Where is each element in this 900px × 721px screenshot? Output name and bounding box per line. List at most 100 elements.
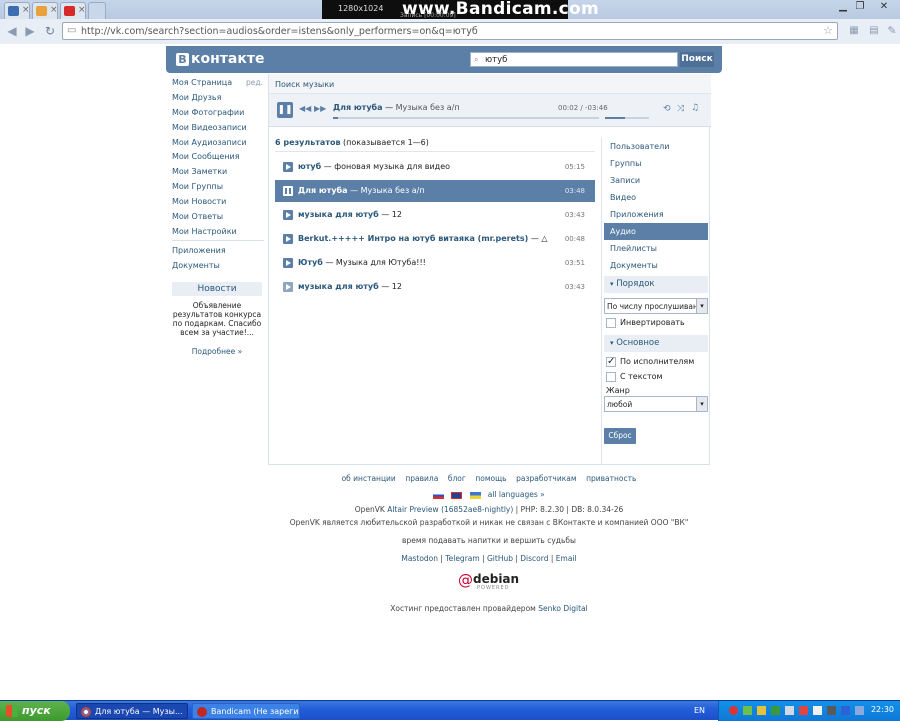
vk-logo[interactable]: Вконтакте xyxy=(176,51,264,67)
section-posts[interactable]: Записи xyxy=(604,172,708,189)
extension-icon[interactable]: ▦ xyxy=(846,23,862,39)
genre-select[interactable]: любой ▾ xyxy=(604,396,708,412)
track-artist[interactable]: Для ютуба xyxy=(298,186,348,195)
section-apps[interactable]: Приложения xyxy=(604,206,708,223)
tab-close-icon[interactable]: × xyxy=(22,5,30,15)
track-row[interactable]: Ютуб — Музыка для Ютуба!!! 03:51 xyxy=(275,252,595,274)
tab-close-icon[interactable]: × xyxy=(50,5,58,15)
close-window-button[interactable]: ✕ xyxy=(874,1,894,13)
page-menu-icon[interactable]: ▤ xyxy=(866,23,882,39)
address-bar[interactable]: ▭ http://vk.com/search?section=audios&or… xyxy=(62,22,838,40)
link-mastodon[interactable]: Mastodon xyxy=(401,554,438,563)
footer-link-about[interactable]: об инстанции xyxy=(342,474,396,483)
forward-icon[interactable]: ▶ xyxy=(22,23,38,39)
tab-2[interactable]: × xyxy=(32,2,58,19)
tray-volume-icon[interactable] xyxy=(813,706,822,715)
restore-button[interactable]: ❐ xyxy=(853,1,867,13)
minimize-button[interactable]: ▁ xyxy=(836,1,850,13)
track-artist[interactable]: ютуб xyxy=(298,162,321,171)
footer-link-blog[interactable]: блог xyxy=(448,474,466,483)
reload-icon[interactable]: ↻ xyxy=(42,23,58,39)
footer-link-rules[interactable]: правила xyxy=(405,474,438,483)
flag-ua-icon[interactable] xyxy=(469,491,481,499)
bookmark-star-icon[interactable]: ☆ xyxy=(823,24,833,37)
previous-track-icon[interactable]: ◀◀ xyxy=(299,104,311,113)
menu-friends[interactable]: Мои Друзья xyxy=(172,93,221,102)
menu-edit-link[interactable]: ред. xyxy=(246,78,263,87)
menu-groups[interactable]: Мои Группы xyxy=(172,182,223,191)
menu-apps[interactable]: Приложения xyxy=(172,246,226,255)
order-section-header[interactable]: ▾ Порядок xyxy=(604,276,708,293)
invert-checkbox[interactable] xyxy=(606,318,616,328)
footer-link-help[interactable]: помощь xyxy=(475,474,506,483)
track-row[interactable]: ютуб — фоновая музыка для видео 05:15 xyxy=(275,156,595,178)
start-button[interactable]: пуск xyxy=(0,701,70,721)
version-link[interactable]: Altair Preview (16852ae8-nightly) xyxy=(387,505,513,514)
track-row[interactable]: музыка для ютуб — 12 03:43 xyxy=(275,276,595,298)
taskbar-item-bandicam[interactable]: Bandicam (Не зарегис... xyxy=(192,703,300,719)
menu-notes[interactable]: Мои Заметки xyxy=(172,167,227,176)
shuffle-icon[interactable]: ⤨ xyxy=(677,104,684,114)
track-artist[interactable]: Ютуб xyxy=(298,258,323,267)
play-icon[interactable] xyxy=(283,210,293,220)
track-artist[interactable]: Berkut.+++++ Интро на ютуб витаяка (mr.p… xyxy=(298,234,528,243)
track-row-playing[interactable]: Для ютуба — Музыка без а/п 03:48 xyxy=(275,180,595,202)
tray-app-icon[interactable] xyxy=(841,706,850,715)
flag-uk-icon[interactable] xyxy=(451,491,463,499)
debian-logo[interactable]: @ debian POWERED xyxy=(458,571,528,593)
track-row[interactable]: музыка для ютуб — 12 03:43 xyxy=(275,204,595,226)
flag-ru-icon[interactable] xyxy=(433,491,445,499)
menu-documents[interactable]: Документы xyxy=(172,261,220,270)
wrench-icon[interactable]: ✎ xyxy=(884,23,900,39)
section-users[interactable]: Пользователи xyxy=(604,138,708,155)
lyrics-checkbox[interactable] xyxy=(606,372,616,382)
link-github[interactable]: GitHub xyxy=(487,554,513,563)
new-tab-button[interactable] xyxy=(88,2,106,19)
next-track-icon[interactable]: ▶▶ xyxy=(314,104,326,113)
link-discord[interactable]: Discord xyxy=(520,554,548,563)
section-documents[interactable]: Документы xyxy=(604,257,708,274)
track-artist[interactable]: музыка для ютуб xyxy=(298,210,379,219)
address-url[interactable]: http://vk.com/search?section=audios&orde… xyxy=(81,26,478,37)
language-indicator[interactable]: EN xyxy=(694,706,705,715)
performers-checkbox[interactable]: ✓ xyxy=(606,357,616,367)
tray-app-icon[interactable] xyxy=(827,706,836,715)
order-select[interactable]: По числу прослушиваний ▾ xyxy=(604,298,708,314)
menu-settings[interactable]: Мои Настройки xyxy=(172,227,237,236)
play-icon[interactable] xyxy=(283,282,293,292)
menu-videos[interactable]: Мои Видеозаписи xyxy=(172,123,247,132)
play-icon[interactable] xyxy=(283,162,293,172)
news-more-link[interactable]: Подробнее » xyxy=(172,347,262,356)
back-icon[interactable]: ◀ xyxy=(4,23,20,39)
tray-app-icon[interactable] xyxy=(855,706,864,715)
section-groups[interactable]: Группы xyxy=(604,155,708,172)
menu-my-page[interactable]: Моя Страница xyxy=(172,78,232,87)
tab-youtube[interactable]: × xyxy=(60,2,86,19)
tab-1[interactable]: × xyxy=(4,2,30,19)
link-telegram[interactable]: Telegram xyxy=(445,554,479,563)
track-row[interactable]: Berkut.+++++ Интро на ютуб витаяка (mr.p… xyxy=(275,228,595,250)
menu-photos[interactable]: Мои Фотографии xyxy=(172,108,244,117)
tray-app-icon[interactable] xyxy=(757,706,766,715)
tray-app-icon[interactable] xyxy=(743,706,752,715)
menu-news[interactable]: Мои Новости xyxy=(172,197,226,206)
track-artist[interactable]: музыка для ютуб xyxy=(298,282,379,291)
play-icon[interactable] xyxy=(283,234,293,244)
tray-app-icon[interactable] xyxy=(771,706,780,715)
tab-close-icon[interactable]: × xyxy=(78,5,86,15)
header-search-button[interactable]: Поиск xyxy=(680,52,714,67)
playback-progress-bar[interactable] xyxy=(333,117,599,119)
basic-section-header[interactable]: ▾ Основное xyxy=(604,335,708,352)
section-videos[interactable]: Видео xyxy=(604,189,708,206)
menu-messages[interactable]: Мои Сообщения xyxy=(172,152,240,161)
tray-app-icon[interactable] xyxy=(799,706,808,715)
reset-button[interactable]: Сброс xyxy=(604,428,636,444)
link-email[interactable]: Email xyxy=(556,554,577,563)
menu-answers[interactable]: Мои Ответы xyxy=(172,212,223,221)
tray-network-icon[interactable] xyxy=(785,706,794,715)
hosting-link[interactable]: Senko Digital xyxy=(538,604,588,613)
pause-button[interactable]: ❚❚ xyxy=(277,102,293,118)
section-audio[interactable]: Аудио xyxy=(604,223,708,240)
volume-slider[interactable] xyxy=(605,117,649,119)
play-icon[interactable] xyxy=(283,258,293,268)
